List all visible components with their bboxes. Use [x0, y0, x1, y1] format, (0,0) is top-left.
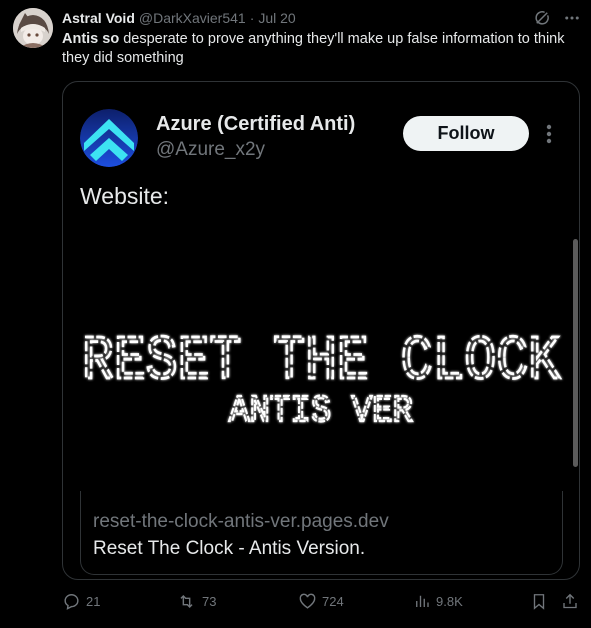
author-avatar[interactable]: [13, 8, 53, 48]
tweet: Astral Void @DarkXavier541 · Jul 20 Anti…: [0, 0, 591, 628]
media-line2: ANTIS VER: [229, 390, 413, 433]
reply-action[interactable]: 21: [62, 592, 100, 611]
quote-author-handle[interactable]: @Azure_x2y: [156, 139, 265, 161]
media-line1: RESET THE CLOCK: [82, 326, 561, 397]
author-handle[interactable]: @DarkXavier541: [139, 10, 246, 26]
like-action[interactable]: 724: [298, 592, 344, 611]
tweet-top-icons: [533, 9, 581, 27]
link-domain[interactable]: reset-the-clock-antis-ver.pages.dev: [93, 511, 389, 533]
share-icon: [563, 593, 577, 609]
share-action[interactable]: [561, 592, 579, 611]
more-icon[interactable]: [563, 9, 581, 27]
link-title[interactable]: Reset The Clock - Antis Version.: [93, 538, 365, 560]
follow-button[interactable]: Follow: [403, 116, 529, 151]
repost-icon: [180, 594, 193, 609]
quote-media-image[interactable]: RESET THE CLOCK ANTIS VER: [63, 239, 579, 469]
bookmark-icon: [533, 594, 545, 610]
grok-icon[interactable]: [533, 9, 551, 27]
views-icon: [416, 595, 429, 607]
tweet-text-rest: desperate to prove anything they'll make…: [62, 31, 565, 66]
tweet-text-bold: Antis so: [62, 31, 120, 47]
reply-icon: [64, 594, 79, 610]
views-count: 9.8K: [436, 593, 463, 609]
quote-author-avatar[interactable]: [80, 109, 138, 167]
quote-author-name[interactable]: Azure (Certified Anti): [156, 113, 355, 136]
reply-count: 21: [86, 594, 101, 609]
tweet-text: Antis so desperate to prove anything the…: [62, 30, 572, 68]
like-count: 724: [322, 594, 344, 609]
author-name[interactable]: Astral Void: [62, 10, 135, 26]
separator: ·: [249, 10, 255, 26]
bookmark-action[interactable]: [530, 592, 548, 611]
action-bar: 21 73 724 9.8K: [62, 592, 582, 614]
views-action[interactable]: 9.8K: [413, 592, 463, 610]
link-card[interactable]: reset-the-clock-antis-ver.pages.dev Rese…: [80, 491, 563, 575]
quote-body-text: Website:: [80, 183, 170, 209]
tweet-date[interactable]: Jul 20: [258, 10, 295, 26]
repost-action[interactable]: 73: [176, 592, 216, 611]
media-scrollbar[interactable]: [573, 239, 578, 467]
tweet-header: Astral Void @DarkXavier541 · Jul 20: [62, 9, 296, 27]
quote-more-icon[interactable]: [541, 122, 557, 146]
quoted-tweet[interactable]: Azure (Certified Anti) @Azure_x2y Follow…: [62, 81, 580, 580]
like-icon: [299, 593, 316, 609]
repost-count: 73: [202, 594, 217, 609]
